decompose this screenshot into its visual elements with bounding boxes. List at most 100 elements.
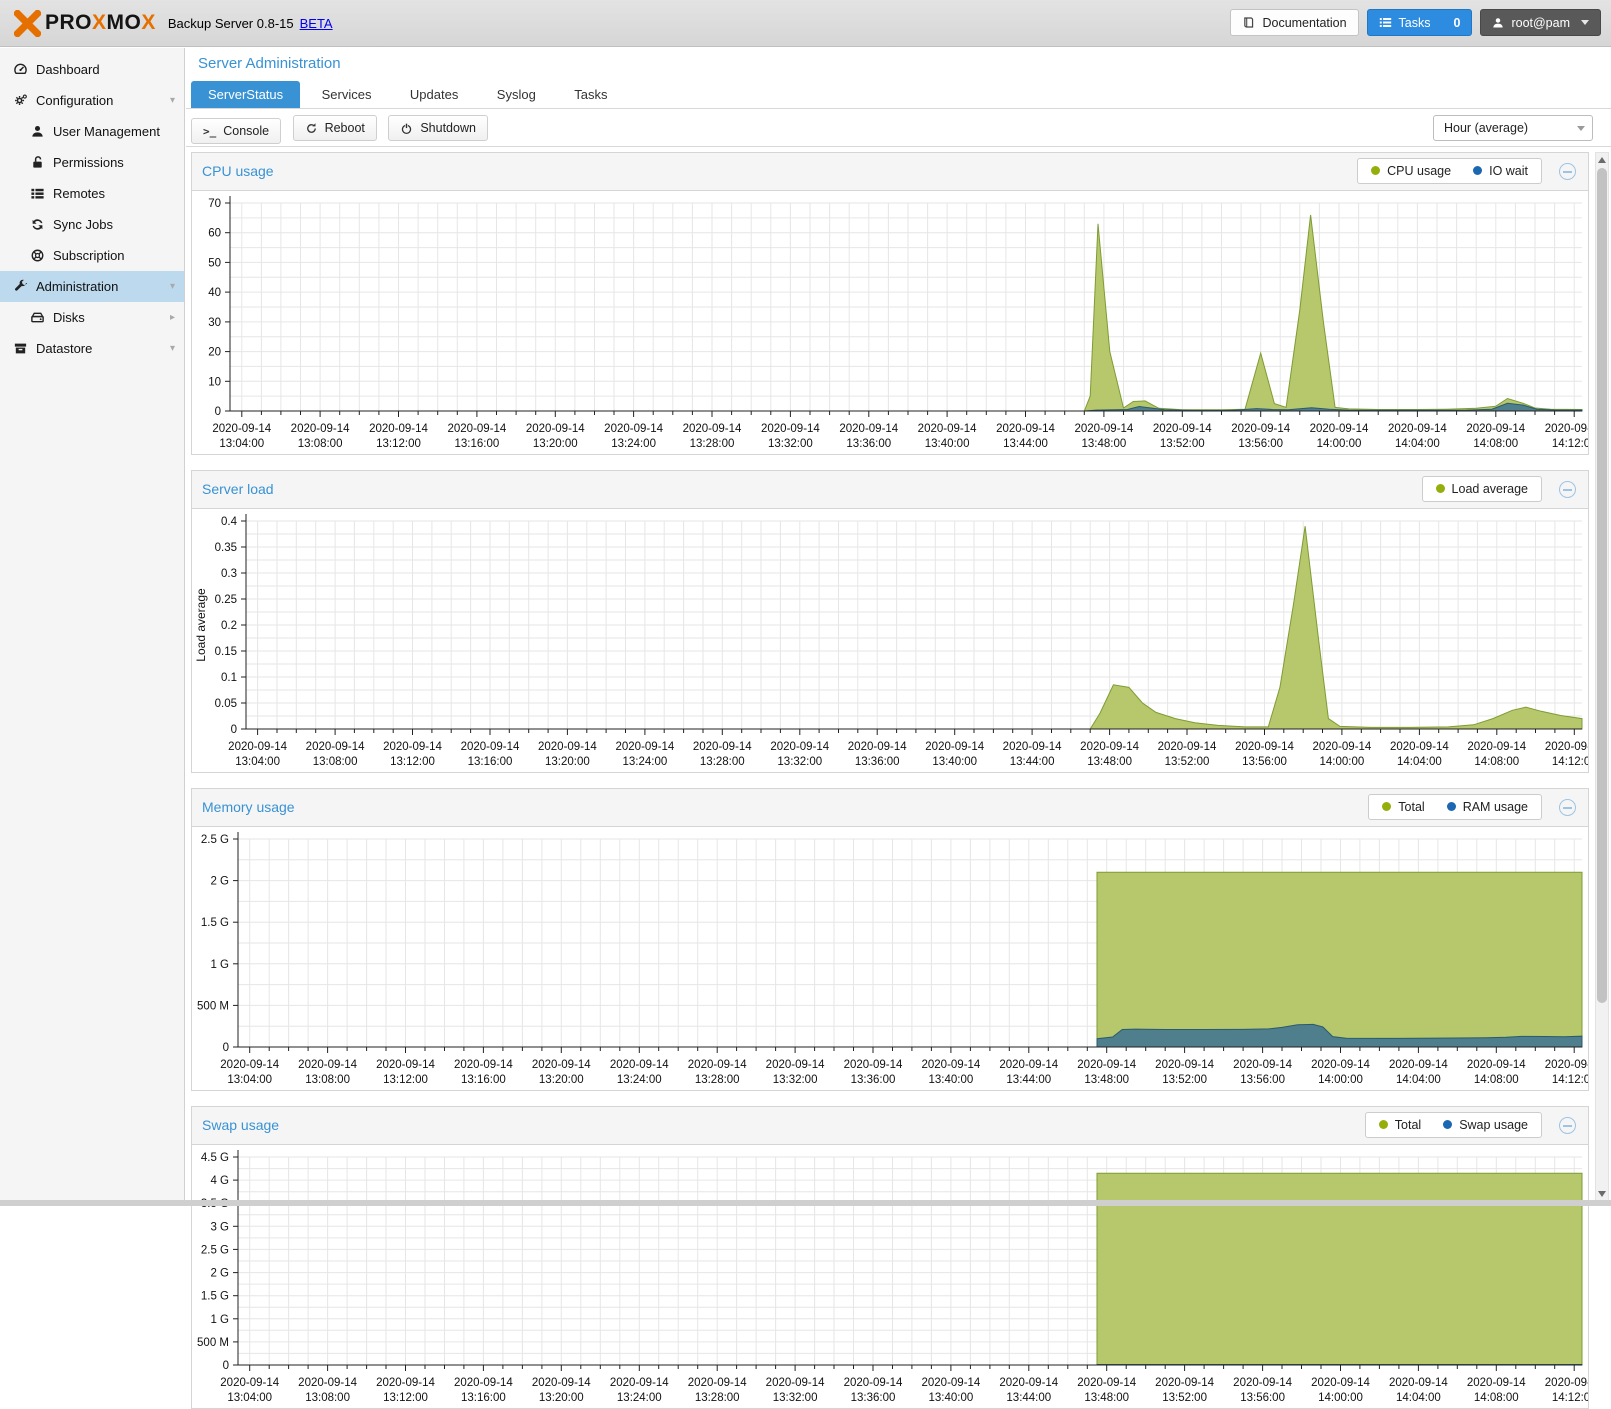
svg-text:2020-09-14: 2020-09-14 — [376, 1377, 435, 1389]
sidebar-item-configuration[interactable]: Configuration ▾ — [0, 85, 184, 116]
svg-text:13:20:00: 13:20:00 — [539, 1392, 584, 1404]
svg-text:13:32:00: 13:32:00 — [777, 756, 822, 768]
svg-text:2020-09-14: 2020-09-14 — [1389, 1059, 1448, 1071]
svg-text:13:36:00: 13:36:00 — [846, 438, 891, 450]
documentation-button[interactable]: Documentation — [1230, 9, 1358, 36]
scroll-up-arrow[interactable] — [1598, 157, 1606, 163]
svg-text:2020-09-14: 2020-09-14 — [1311, 1377, 1370, 1389]
svg-text:2020-09-14: 2020-09-14 — [1077, 1059, 1136, 1071]
svg-text:40: 40 — [208, 287, 221, 299]
svg-text:2020-09-14: 2020-09-14 — [766, 1059, 825, 1071]
svg-text:2020-09-14: 2020-09-14 — [610, 1059, 669, 1071]
collapse-panel-button[interactable] — [1559, 1117, 1576, 1134]
svg-text:13:32:00: 13:32:00 — [773, 1074, 818, 1086]
sidebar-item-datastore[interactable]: Datastore ▾ — [0, 333, 184, 364]
svg-text:13:40:00: 13:40:00 — [929, 1074, 974, 1086]
chevron-down-icon — [1577, 126, 1585, 131]
svg-text:13:04:00: 13:04:00 — [219, 438, 264, 450]
svg-text:4.5 G: 4.5 G — [201, 1152, 229, 1164]
svg-text:2020-09-14: 2020-09-14 — [688, 1377, 747, 1389]
svg-text:13:56:00: 13:56:00 — [1240, 1392, 1285, 1404]
svg-text:2020-09-14: 2020-09-14 — [538, 741, 597, 753]
panel-memory-usage: Memory usage Total RAM usage 0500 M1 G1.… — [191, 788, 1589, 1091]
server-load-chart: 00.050.10.150.20.250.30.350.42020-09-141… — [192, 508, 1588, 772]
svg-text:2020-09-14: 2020-09-14 — [1388, 423, 1447, 435]
tab-serverstatus[interactable]: ServerStatus — [191, 81, 300, 108]
svg-text:13:40:00: 13:40:00 — [929, 1392, 974, 1404]
legend: Load average — [1422, 476, 1542, 502]
svg-text:13:12:00: 13:12:00 — [376, 438, 421, 450]
sidebar-item-remotes[interactable]: Remotes — [0, 178, 184, 209]
svg-text:30: 30 — [208, 317, 221, 329]
svg-text:13:12:00: 13:12:00 — [383, 1074, 428, 1086]
svg-text:13:52:00: 13:52:00 — [1162, 1392, 1207, 1404]
sidebar-item-user-management[interactable]: User Management — [0, 116, 184, 147]
svg-text:2020-09-14: 2020-09-14 — [925, 741, 984, 753]
sidebar-item-disks[interactable]: Disks ▸ — [0, 302, 184, 333]
svg-text:500 M: 500 M — [197, 1337, 229, 1349]
terminal-icon: >_ — [203, 125, 216, 138]
tab-services[interactable]: Services — [305, 81, 389, 108]
svg-text:14:08:00: 14:08:00 — [1473, 438, 1518, 450]
beta-link[interactable]: BETA — [300, 16, 333, 31]
wrench-icon — [13, 279, 28, 294]
vertical-scrollbar[interactable] — [1595, 152, 1609, 1202]
console-button[interactable]: >_ Console — [191, 118, 281, 144]
sidebar-item-subscription[interactable]: Subscription — [0, 240, 184, 271]
collapse-panel-button[interactable] — [1559, 799, 1576, 816]
main-content: Server Administration ServerStatus Servi… — [186, 48, 1611, 1206]
shutdown-button[interactable]: Shutdown — [388, 115, 488, 141]
svg-text:2020-09-14: 2020-09-14 — [688, 1059, 747, 1071]
sidebar-item-sync-jobs[interactable]: Sync Jobs — [0, 209, 184, 240]
proxmox-x-mark-icon — [14, 10, 41, 37]
svg-text:2020-09-14: 2020-09-14 — [683, 423, 742, 435]
chevron-down-icon: ▾ — [170, 85, 175, 116]
svg-text:2020-09-14: 2020-09-14 — [298, 1377, 357, 1389]
reboot-button[interactable]: Reboot — [293, 115, 377, 141]
tab-tasks[interactable]: Tasks — [557, 81, 624, 108]
collapse-panel-button[interactable] — [1559, 481, 1576, 498]
svg-text:13:20:00: 13:20:00 — [545, 756, 590, 768]
scroll-down-arrow[interactable] — [1598, 1191, 1606, 1197]
svg-text:13:56:00: 13:56:00 — [1238, 438, 1283, 450]
svg-text:2020-09-14: 2020-09-14 — [1311, 1059, 1370, 1071]
sidebar-item-dashboard[interactable]: Dashboard — [0, 54, 184, 85]
support-icon — [30, 248, 45, 263]
svg-text:13:24:00: 13:24:00 — [617, 1074, 662, 1086]
caret-down-icon — [1581, 20, 1589, 25]
panel-swap-usage: Swap usage Total Swap usage 0500 M1 G1.5… — [191, 1106, 1589, 1409]
chevron-down-icon: ▾ — [170, 271, 175, 302]
svg-text:14:08:00: 14:08:00 — [1474, 1074, 1519, 1086]
svg-text:13:28:00: 13:28:00 — [695, 1392, 740, 1404]
power-icon — [400, 122, 413, 135]
tab-syslog[interactable]: Syslog — [480, 81, 553, 108]
product-version: Backup Server 0.8-15 — [168, 16, 294, 31]
sidebar-item-administration[interactable]: Administration ▾ — [0, 271, 184, 302]
tab-updates[interactable]: Updates — [393, 81, 475, 108]
svg-text:13:48:00: 13:48:00 — [1082, 438, 1127, 450]
tab-bar: ServerStatus Services Updates Syslog Tas… — [186, 81, 1611, 109]
scrollbar-thumb[interactable] — [1597, 168, 1607, 1003]
svg-text:14:04:00: 14:04:00 — [1396, 1074, 1441, 1086]
svg-text:2020-09-14: 2020-09-14 — [921, 1377, 980, 1389]
collapse-panel-button[interactable] — [1559, 163, 1576, 180]
svg-text:2 G: 2 G — [210, 1268, 229, 1280]
svg-text:2020-09-14: 2020-09-14 — [1545, 1059, 1588, 1071]
page-title: Server Administration — [198, 55, 1611, 72]
svg-text:2020-09-14: 2020-09-14 — [1389, 1377, 1448, 1389]
svg-text:13:52:00: 13:52:00 — [1162, 1074, 1207, 1086]
svg-text:2020-09-14: 2020-09-14 — [447, 423, 506, 435]
svg-text:14:00:00: 14:00:00 — [1318, 1074, 1363, 1086]
time-range-select[interactable]: Hour (average) — [1433, 115, 1593, 141]
task-list-icon — [1379, 16, 1392, 29]
svg-text:2020-09-14: 2020-09-14 — [1155, 1377, 1214, 1389]
charts-area: CPU usage CPU usage IO wait 010203040506… — [186, 147, 1611, 1409]
user-menu-button[interactable]: root@pam — [1480, 9, 1601, 36]
tasks-count-badge: 0 — [1454, 16, 1461, 30]
app-header: PROXMOX Backup Server 0.8-15 BETA Docume… — [0, 0, 1611, 47]
sidebar-item-permissions[interactable]: Permissions — [0, 147, 184, 178]
panel-cpu-usage: CPU usage CPU usage IO wait 010203040506… — [191, 152, 1589, 455]
svg-text:2020-09-14: 2020-09-14 — [610, 1377, 669, 1389]
svg-text:0.4: 0.4 — [221, 516, 238, 528]
tasks-button[interactable]: Tasks 0 — [1367, 9, 1473, 36]
